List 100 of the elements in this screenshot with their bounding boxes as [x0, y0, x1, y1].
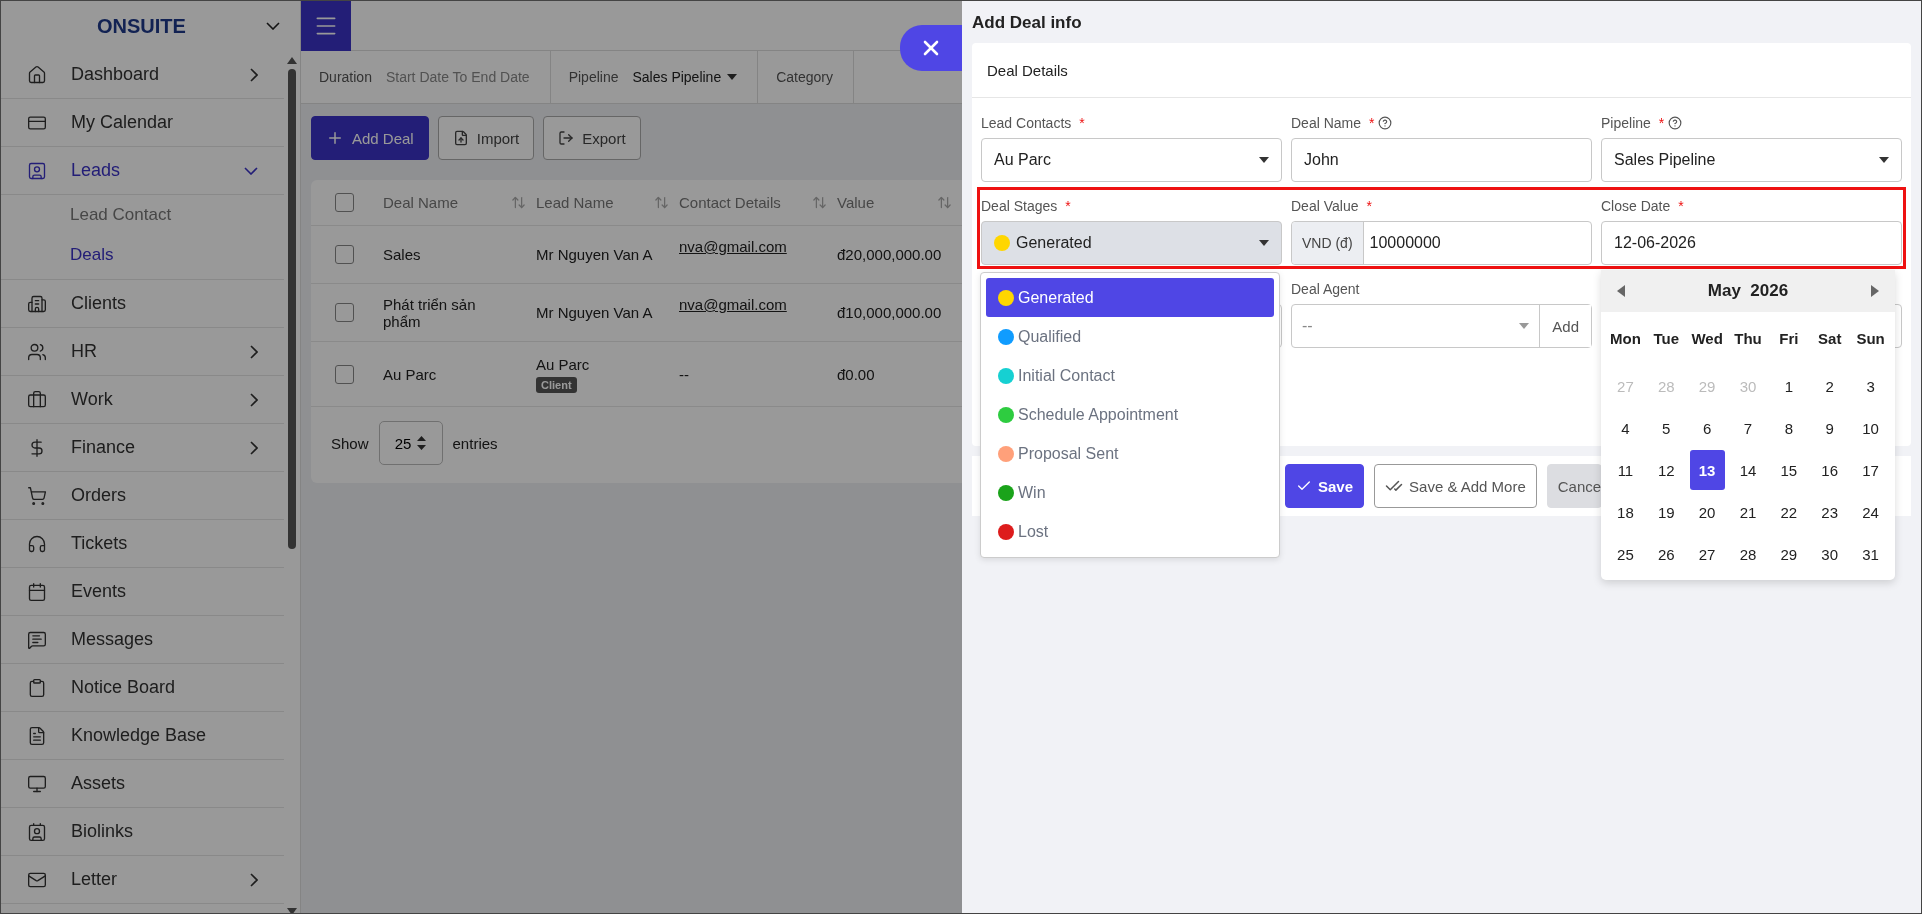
required-mark: *	[1079, 115, 1085, 131]
calendar-day[interactable]: 2	[1812, 366, 1848, 406]
field-label: Deal Name	[1291, 115, 1362, 131]
close-button[interactable]	[900, 25, 962, 71]
calendar-day[interactable]: 17	[1853, 450, 1888, 490]
calendar-day[interactable]: 3	[1853, 366, 1888, 406]
calendar-day[interactable]: 27	[1689, 534, 1725, 574]
sidebar-subitem[interactable]: Lead Contact	[1, 195, 284, 235]
calendar-day[interactable]: 13	[1689, 450, 1725, 490]
sidebar-item[interactable]: Assets	[1, 760, 284, 808]
scrollbar[interactable]	[286, 57, 298, 913]
filter-value[interactable]: Sales Pipeline	[632, 69, 738, 85]
sidebar-item[interactable]: Biolinks	[1, 808, 284, 856]
form-button[interactable]: Save & Add More	[1374, 464, 1537, 508]
column-header[interactable]: Contact Details	[679, 194, 781, 211]
chevron-icon[interactable]	[244, 166, 258, 175]
calendar-day[interactable]: 19	[1648, 492, 1684, 532]
calendar-day[interactable]: 14	[1730, 450, 1766, 490]
calendar-day[interactable]: 25	[1608, 534, 1643, 574]
calendar-day[interactable]: 21	[1730, 492, 1766, 532]
dropdown-option[interactable]: Qualified	[986, 317, 1274, 356]
toolbar-button[interactable]: Import	[437, 116, 535, 160]
calendar-day[interactable]: 20	[1689, 492, 1725, 532]
sidebar-item[interactable]: Messages	[1, 616, 284, 664]
calendar-day[interactable]: 6	[1689, 408, 1725, 448]
form-button[interactable]: Cance	[1546, 464, 1603, 508]
chevron-icon[interactable]	[266, 22, 280, 30]
chevron-icon[interactable]	[250, 344, 258, 359]
calendar-day[interactable]: 29	[1771, 534, 1807, 574]
select-field[interactable]: Generated	[981, 221, 1282, 265]
calendar-day[interactable]: 10	[1853, 408, 1888, 448]
sidebar-item[interactable]: Knowledge Base	[1, 712, 284, 760]
sidebar-item[interactable]: Orders	[1, 472, 284, 520]
menu-button[interactable]	[301, 1, 351, 51]
toolbar-button[interactable]: Add Deal	[311, 116, 429, 160]
calendar-day[interactable]: 4	[1608, 408, 1643, 448]
sidebar-item[interactable]: Dashboard	[1, 51, 284, 99]
dropdown-option[interactable]: Generated	[986, 278, 1274, 317]
sidebar-item[interactable]: Events	[1, 568, 284, 616]
column-header[interactable]: Value	[837, 194, 875, 211]
dropdown-option[interactable]: Proposal Sent	[986, 434, 1274, 473]
calendar-day[interactable]: 30	[1812, 534, 1848, 574]
sidebar-item[interactable]: Finance	[1, 424, 284, 472]
home-icon	[27, 64, 47, 85]
chevron-icon[interactable]	[250, 392, 258, 407]
chevron-icon[interactable]	[250, 872, 258, 887]
calendar-day[interactable]: 15	[1771, 450, 1807, 490]
calendar-day[interactable]: 8	[1771, 408, 1807, 448]
select-field[interactable]: Au Parc	[981, 138, 1282, 182]
calendar-day[interactable]: 9	[1812, 408, 1848, 448]
sidebar-item[interactable]: Notice Board	[1, 664, 284, 712]
page-size-select[interactable]: 25	[378, 421, 443, 465]
calendar-day[interactable]: 23	[1812, 492, 1848, 532]
email-link[interactable]: nva@gmail.com	[679, 296, 787, 313]
checkbox[interactable]	[335, 303, 354, 322]
dropdown-option[interactable]: Initial Contact	[986, 356, 1274, 395]
chevron-icon[interactable]	[250, 67, 258, 82]
calendar-day[interactable]: 12	[1648, 450, 1684, 490]
input-field[interactable]: John	[1291, 138, 1592, 182]
table-cell-text: đ10,000,000.00	[837, 304, 943, 321]
help-icon[interactable]	[1668, 116, 1683, 130]
sidebar-item[interactable]: HR	[1, 328, 284, 376]
next-month-button[interactable]	[1871, 285, 1879, 297]
sidebar-item[interactable]: Leads	[1, 147, 284, 195]
calendar-day[interactable]: 26	[1648, 534, 1684, 574]
sidebar-subitem[interactable]: Deals	[1, 235, 284, 275]
calendar-day[interactable]: 16	[1812, 450, 1848, 490]
sidebar-item[interactable]: Tickets	[1, 520, 284, 568]
chevron-icon[interactable]	[250, 440, 258, 455]
sidebar-item[interactable]: My Calendar	[1, 99, 284, 147]
dropdown-option[interactable]: Lost	[986, 512, 1274, 551]
form-button[interactable]: Save	[1285, 464, 1365, 508]
email-link[interactable]: nva@gmail.com	[679, 238, 787, 255]
column-header[interactable]: Deal Name	[383, 194, 459, 211]
calendar-day[interactable]: 24	[1853, 492, 1888, 532]
dropdown-option[interactable]: Win	[986, 473, 1274, 512]
calendar-day[interactable]: 7	[1730, 408, 1766, 448]
checkbox[interactable]	[335, 245, 354, 264]
cart-icon	[27, 485, 47, 506]
input-field[interactable]: VND (đ) 10000000	[1291, 221, 1592, 265]
checkbox[interactable]	[335, 193, 354, 212]
sidebar-item[interactable]: Letter	[1, 856, 284, 904]
help-icon[interactable]	[1378, 116, 1393, 130]
calendar-day[interactable]: 22	[1771, 492, 1807, 532]
input-field[interactable]: 12-06-2026	[1601, 221, 1902, 265]
calendar-day[interactable]: 31	[1853, 534, 1888, 574]
toolbar-button[interactable]: Export	[543, 116, 641, 160]
calendar-day[interactable]: 18	[1608, 492, 1643, 532]
calendar-day[interactable]: 1	[1771, 366, 1807, 406]
select-field[interactable]: Sales Pipeline	[1601, 138, 1902, 182]
previous-month-button[interactable]	[1617, 285, 1625, 297]
checkbox[interactable]	[335, 364, 354, 384]
weekday-label: Thu	[1733, 328, 1763, 349]
dropdown-option[interactable]: Schedule Appointment	[986, 395, 1274, 434]
sidebar-item[interactable]: Clients	[1, 280, 284, 328]
column-header[interactable]: Lead Name	[536, 194, 614, 211]
sidebar-item[interactable]: Work	[1, 376, 284, 424]
calendar-day[interactable]: 5	[1648, 408, 1684, 448]
calendar-day[interactable]: 11	[1608, 450, 1643, 490]
calendar-day[interactable]: 28	[1730, 534, 1766, 574]
